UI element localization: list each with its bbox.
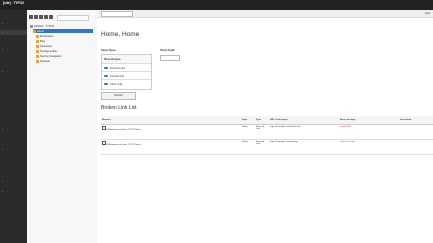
refresh-button[interactable]: Refresh [101,92,136,100]
tree-node[interactable]: Blog [36,39,45,43]
settings-icon[interactable] [49,15,53,19]
types-label: Show Types [101,49,116,52]
function-select[interactable] [101,11,133,17]
tree-node[interactable]: Subseite [36,59,50,63]
tree-node-label: Blog [40,39,46,43]
error-cell: Page not found [339,139,399,155]
date-cell [399,139,433,155]
module-menu: › › › › › › › › [0,10,27,243]
page-title: Home, Home [101,31,140,38]
chevron-icon: › [2,190,3,193]
table-row[interactable]: Willkommen auf Ihrer TYPO3 Seite... Home… [101,139,433,155]
link-types-box: Show all types External Links Internal L… [101,54,152,90]
column-header: Page [241,116,255,125]
tree-node-label: Musterseite [40,34,54,38]
table-header-row: Element Page Type URL / Link target Erro… [101,116,433,125]
page-cell: Home [241,124,255,140]
column-header: URL / Link target [269,116,339,125]
depth-label: Show Depth [160,49,175,52]
error-cell: Invalid URL [339,124,399,140]
type-cell: External Link [255,139,269,155]
module-menu-active-bar [0,30,27,35]
type-label: External Links [110,66,126,70]
main-content: View Home, Home Show Types Show Depth Sh… [97,10,433,243]
date-cell [399,124,433,140]
tree-root-label: Website · TYPO3 [34,24,55,28]
chevron-icon: › [2,22,3,25]
content-element-icon [102,141,106,145]
type-row[interactable]: Other Links [102,79,151,88]
tree-node-label: Newsseite [40,44,52,48]
tree-node-home[interactable]: Home [33,29,93,33]
chevron-icon: › [2,128,3,131]
site-icon [30,24,33,28]
tree-node[interactable]: Newsseite [36,44,52,48]
tree-toolbar [29,15,53,19]
tree-node[interactable]: Storage Folder [36,49,57,53]
element-cell[interactable]: Willkommen auf Ihrer TYPO3 Seite... [101,124,241,140]
element-cell[interactable]: Willkommen auf Ihrer TYPO3 Seite... [101,139,241,155]
folder-icon [36,49,39,53]
tree-root[interactable]: Website · TYPO3 [30,24,54,28]
page-icon [36,34,39,38]
new-page-icon[interactable] [29,15,33,19]
depth-select[interactable] [160,55,180,61]
type-row-all[interactable]: Show all types [102,55,151,63]
top-bar: [site] · TYPO3 [0,0,433,10]
chevron-icon: › [2,180,3,183]
tree-node-label: Subseite [40,59,51,63]
toggle-switch[interactable] [104,66,108,69]
url-cell[interactable]: https://example.com/broken-link [269,124,339,140]
tree-node[interactable]: Musterseite [36,34,53,38]
page-cell: Home [241,139,255,155]
page-icon [36,59,39,63]
collapse-icon[interactable] [44,15,48,19]
filter-icon[interactable] [34,15,38,19]
content-element-icon [102,126,106,130]
element-text: Willkommen auf Ihrer TYPO3 Seite... [106,129,143,131]
doc-header: View [97,10,433,18]
page-icon [36,44,39,48]
tree-node-label: Service Navigation [40,54,62,58]
element-text: Willkommen auf Ihrer TYPO3 Seite... [106,144,143,146]
chevron-icon: › [2,48,3,51]
page-icon [33,29,36,33]
column-header: Error message [339,116,399,125]
tree-node-label: Storage Folder [40,49,58,53]
broken-links-table: Element Page Type URL / Link target Erro… [101,116,433,155]
chevron-icon: › [2,70,3,73]
chevron-icon: › [2,148,3,151]
column-header: Last check [399,116,433,125]
type-label: Show all types [104,57,121,61]
tree-search-input[interactable] [57,15,89,21]
url-cell[interactable]: https://example.com/missing [269,139,339,155]
tree-node-label: Home [37,29,44,33]
page-icon [36,39,39,43]
table-row[interactable]: Willkommen auf Ihrer TYPO3 Seite... Home… [101,124,433,140]
section-title: Broken Link List [101,105,137,111]
page-tree: Website · TYPO3 Home Musterseite Blog Ne… [27,10,98,243]
app-name: [site] · TYPO3 [3,1,24,5]
toggle-switch[interactable] [104,82,108,85]
type-cell: External Link [255,124,269,140]
type-label: Internal Links [110,74,125,78]
page-icon [36,54,39,58]
column-header: Type [255,116,269,125]
view-button[interactable]: View [425,12,430,15]
toggle-switch[interactable] [104,74,108,77]
chevron-icon: › [2,31,3,34]
type-label: Other Links [110,82,123,86]
refresh-icon[interactable] [39,15,43,19]
tree-node[interactable]: Service Navigation [36,54,62,58]
column-header: Element [101,116,241,125]
